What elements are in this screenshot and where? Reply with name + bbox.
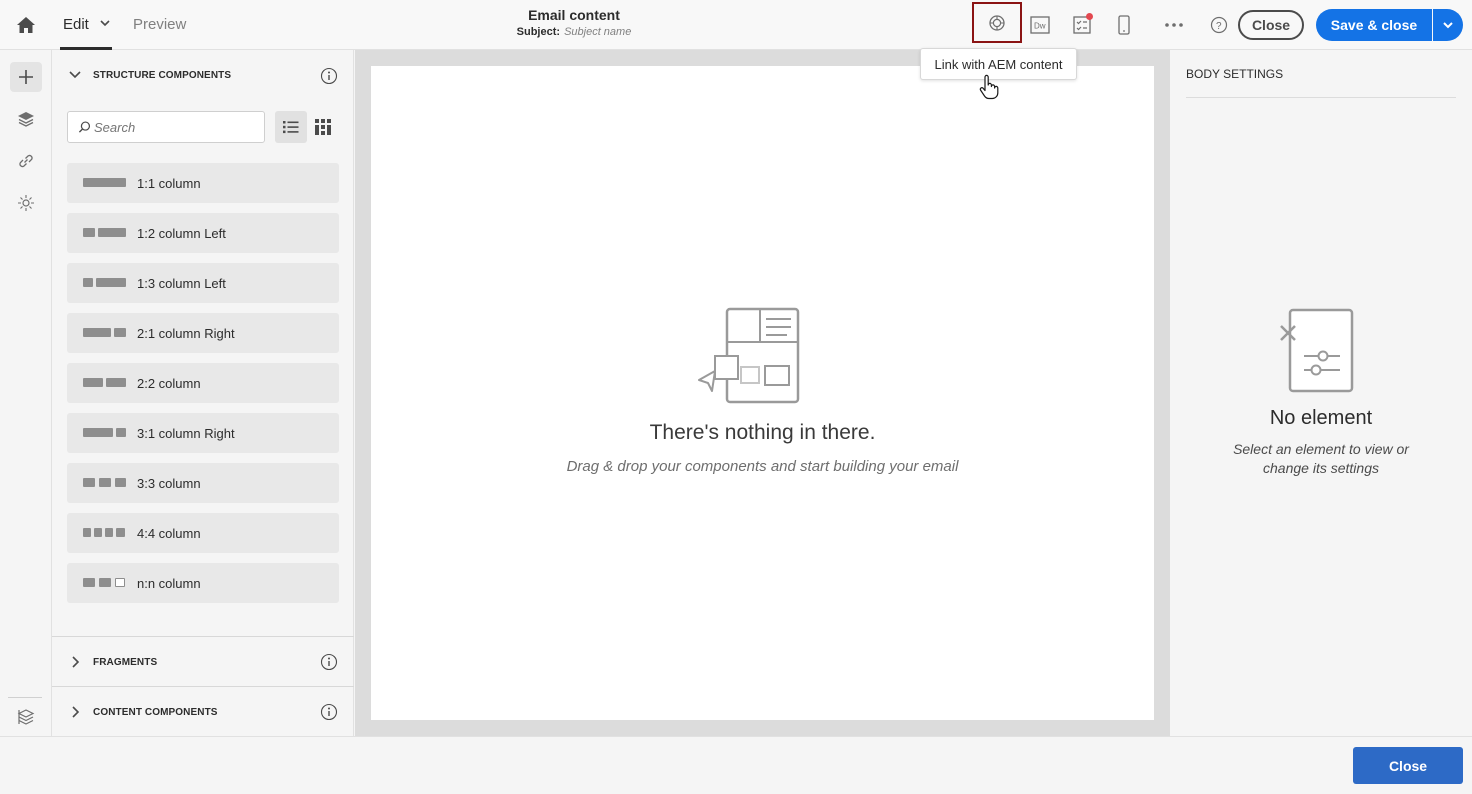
component-4-4-column[interactable]: 4:4 column xyxy=(67,513,339,553)
subject-line: Subject: Subject name xyxy=(474,26,674,38)
mobile-preview-button[interactable] xyxy=(1110,11,1138,39)
chevron-down-icon[interactable] xyxy=(68,68,82,82)
component-label: 4:4 column xyxy=(137,525,201,541)
dreamweaver-button[interactable]: Dw xyxy=(1026,11,1054,39)
rail-layers-button[interactable] xyxy=(10,104,42,134)
page-title: Email content xyxy=(528,7,620,23)
component-label: 2:2 column xyxy=(137,375,201,391)
home-icon xyxy=(17,17,35,33)
mode-edit-tab[interactable]: Edit xyxy=(63,16,89,33)
add-icon xyxy=(19,70,33,84)
chevron-right-icon[interactable] xyxy=(68,705,82,719)
component-label: 1:3 column Left xyxy=(137,275,226,291)
component-n-n-column[interactable]: n:n column xyxy=(67,563,339,603)
no-element-title: No element xyxy=(1269,407,1373,429)
hand-cursor-icon xyxy=(979,74,999,100)
more-icon xyxy=(1165,23,1183,27)
more-options-button[interactable] xyxy=(1160,11,1188,39)
chevron-down-icon[interactable] xyxy=(98,16,112,30)
search-field[interactable] xyxy=(67,111,265,143)
structure-components-title: STRUCTURE COMPONENTS xyxy=(93,70,232,81)
component-label: 2:1 column Right xyxy=(137,325,235,341)
no-element-subtitle: Select an element to view or change its … xyxy=(1233,441,1409,476)
search-icon xyxy=(78,121,91,133)
svg-text:Dw: Dw xyxy=(1034,22,1046,31)
component-label: n:n column xyxy=(137,575,201,591)
save-close-button[interactable]: Save & close xyxy=(1316,9,1432,41)
link-icon xyxy=(19,154,33,168)
no-element-illustration xyxy=(1280,308,1354,393)
svg-text:?: ? xyxy=(1216,21,1222,32)
rail-settings-button[interactable] xyxy=(10,702,42,732)
component-2-2-column[interactable]: 2:2 column xyxy=(67,363,339,403)
component-label: 3:3 column xyxy=(137,475,201,491)
settings-layers-icon xyxy=(17,709,35,725)
grid-view-icon xyxy=(315,119,331,135)
footer-close-button[interactable]: Close xyxy=(1353,747,1463,784)
info-icon[interactable] xyxy=(320,67,338,85)
rail-add-button[interactable] xyxy=(10,62,42,92)
component-1-2-column-left[interactable]: 1:2 column Left xyxy=(67,213,339,253)
component-3-1-column-right[interactable]: 3:1 column Right xyxy=(67,413,339,453)
info-icon[interactable] xyxy=(320,653,338,671)
list-view-icon xyxy=(283,121,299,134)
aem-link-icon xyxy=(989,14,1005,31)
body-settings-title: BODY SETTINGS xyxy=(1186,67,1284,81)
list-view-button[interactable] xyxy=(275,111,307,143)
component-label: 3:1 column Right xyxy=(137,425,235,441)
empty-canvas-subtitle: Drag & drop your components and start bu… xyxy=(566,458,959,475)
content-components-title: CONTENT COMPONENTS xyxy=(93,707,218,718)
component-1-1-column[interactable]: 1:1 column xyxy=(67,163,339,203)
empty-canvas-illustration xyxy=(698,307,800,404)
component-1-3-column-left[interactable]: 1:3 column Left xyxy=(67,263,339,303)
search-input[interactable] xyxy=(94,119,264,135)
empty-canvas-title: There's nothing in there. xyxy=(649,421,876,444)
rail-link-button[interactable] xyxy=(10,146,42,176)
info-icon[interactable] xyxy=(320,703,338,721)
aem-link-button[interactable] xyxy=(972,2,1022,43)
footer-bar xyxy=(0,736,1472,794)
fragments-header[interactable]: FRAGMENTS xyxy=(52,637,354,687)
structure-components-header[interactable]: STRUCTURE COMPONENTS xyxy=(52,50,354,100)
layers-icon xyxy=(18,112,34,127)
chevron-down-icon xyxy=(1443,22,1453,29)
help-button[interactable]: ? xyxy=(1205,11,1233,39)
notification-dot xyxy=(1086,13,1093,20)
subject-label: Subject: xyxy=(516,26,561,38)
settings-divider xyxy=(1186,97,1456,98)
page-title-block: Email content Subject: Subject name xyxy=(474,7,674,38)
component-label: 1:1 column xyxy=(137,175,201,191)
component-label: 1:2 column Left xyxy=(137,225,226,241)
home-button[interactable] xyxy=(10,10,42,40)
personalization-icon xyxy=(18,195,34,211)
rail-personalization-button[interactable] xyxy=(10,188,42,218)
subject-value[interactable]: Subject name xyxy=(564,26,631,38)
rail-divider xyxy=(8,697,42,698)
mode-preview-tab[interactable]: Preview xyxy=(133,16,186,33)
component-3-3-column[interactable]: 3:3 column xyxy=(67,463,339,503)
chevron-right-icon[interactable] xyxy=(68,655,82,669)
help-icon: ? xyxy=(1210,16,1228,34)
content-components-header[interactable]: CONTENT COMPONENTS xyxy=(52,687,354,737)
dreamweaver-icon: Dw xyxy=(1030,16,1050,34)
grid-view-button[interactable] xyxy=(308,111,338,143)
component-2-1-column-right[interactable]: 2:1 column Right xyxy=(67,313,339,353)
close-button[interactable]: Close xyxy=(1238,10,1304,40)
fragments-title: FRAGMENTS xyxy=(93,657,158,668)
mobile-icon xyxy=(1118,15,1130,35)
